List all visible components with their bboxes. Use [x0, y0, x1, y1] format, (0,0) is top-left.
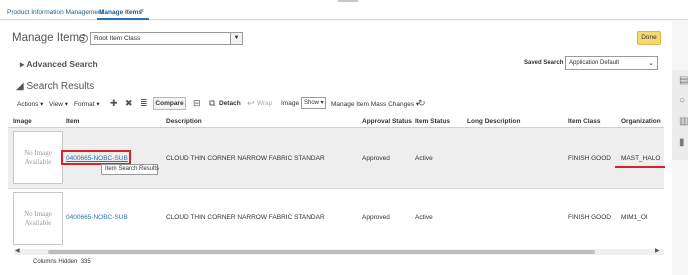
freeze-icon[interactable]: ⊟ — [193, 98, 201, 109]
item-class-cell: FINISH GOOD — [568, 155, 611, 162]
compare-button[interactable]: Compare — [153, 97, 186, 110]
column-header-organization[interactable]: Organization — [621, 118, 661, 125]
item-class-select[interactable]: Root Item Class ▼ — [90, 32, 243, 45]
item-class-cell: FINISH GOOD — [568, 214, 611, 221]
disclosure-down-icon: ◢ — [16, 81, 27, 92]
columns-hidden-label: Columns Hidden — [33, 259, 78, 265]
column-header-image[interactable]: Image — [13, 118, 32, 125]
column-header-description[interactable]: Description — [166, 118, 202, 125]
image-show-value: Show — [304, 100, 320, 106]
refresh-icon[interactable]: ↻ — [418, 98, 426, 109]
description-cell: CLOUD THIN CORNER NARROW FABRIC STANDAR — [166, 155, 325, 162]
list-icon[interactable]: ≣ — [140, 98, 148, 109]
chart-icon[interactable]: ▮ — [679, 137, 685, 148]
add-icon[interactable]: ✚ — [110, 98, 118, 109]
no-image-placeholder: No Image Available — [13, 192, 63, 245]
annotation-underline — [615, 166, 665, 168]
scroll-left-icon[interactable]: ◀ — [15, 247, 20, 254]
no-image-placeholder: No Image Available — [13, 131, 63, 184]
chevron-down-icon: ⌄ — [648, 60, 654, 67]
row-divider — [8, 188, 664, 189]
column-header-item-status[interactable]: Item Status — [415, 118, 450, 125]
advanced-search-toggle[interactable]: ▸ Advanced Search — [20, 59, 98, 70]
help-icon[interactable]: ? — [79, 34, 88, 43]
image-label: Image — [281, 100, 300, 107]
detach-button[interactable]: Detach — [219, 100, 241, 107]
scrollbar-thumb[interactable] — [48, 250, 595, 254]
search-icon[interactable]: ○ — [679, 95, 685, 106]
item-class-value: Root Item Class — [94, 35, 141, 42]
approval-status-cell: Approved — [362, 155, 390, 162]
columns-hidden: Columns Hidden 335 — [33, 259, 91, 265]
wrap-button[interactable]: Wrap — [257, 100, 272, 107]
saved-search-value: Application Default — [569, 60, 620, 66]
item-link[interactable]: 0400665-NOBC-SUB — [66, 214, 128, 221]
mass-changes-menu[interactable]: Manage Item Mass Changes ▾ — [331, 100, 419, 108]
annotation-highlight-box — [61, 150, 131, 165]
item-status-cell: Active — [415, 155, 433, 162]
saved-search-select[interactable]: Application Default ⌄ — [565, 56, 658, 70]
advanced-search-label: Advanced Search — [26, 59, 98, 69]
tab-close-icon[interactable]: × — [140, 8, 144, 15]
detach-icon[interactable]: ⧉ — [209, 98, 215, 109]
view-menu[interactable]: View ▾ — [49, 100, 68, 108]
active-tab-indicator — [97, 18, 149, 20]
top-handle — [338, 0, 358, 2]
image-show-select[interactable]: Show ▾ — [301, 97, 326, 109]
column-header-item-class[interactable]: Item Class — [568, 118, 601, 125]
format-menu[interactable]: Format ▾ — [74, 100, 100, 108]
column-header-long-description[interactable]: Long Description — [467, 118, 520, 125]
dropdown-icon[interactable]: ▼ — [230, 33, 242, 44]
done-button[interactable]: Done — [637, 31, 661, 45]
delete-icon[interactable]: ✖ — [125, 98, 133, 109]
organization-cell: MIM1_OI — [621, 214, 648, 221]
wrap-icon: ↩ — [247, 98, 255, 108]
tab-product-information-management[interactable]: Product Information Management — [7, 9, 103, 16]
item-status-cell: Active — [415, 214, 433, 221]
scroll-right-icon[interactable]: ▶ — [655, 247, 660, 254]
page-title: Manage Items — [12, 32, 85, 44]
approval-status-cell: Approved — [362, 214, 390, 221]
saved-search-label: Saved Search — [524, 60, 564, 66]
mass-changes-label: Manage Item Mass Changes — [331, 101, 415, 108]
column-header-item[interactable]: Item — [66, 118, 79, 125]
item-tooltip: Item Search Results — [101, 164, 159, 175]
search-results-toggle[interactable]: ◢ Search Results — [16, 81, 94, 92]
columns-hidden-value: 335 — [80, 259, 91, 265]
description-cell: CLOUD THIN CORNER NARROW FABRIC STANDAR — [166, 214, 325, 221]
organization-cell: MAST_HALO — [621, 155, 661, 162]
actions-menu[interactable]: Actions ▾ — [17, 100, 43, 108]
view-label: View — [49, 101, 63, 108]
format-label: Format — [74, 101, 95, 108]
tab-manage-items[interactable]: Manage Items — [99, 9, 142, 16]
actions-label: Actions — [17, 101, 39, 108]
clipboard-icon[interactable]: ▥ — [679, 116, 688, 127]
document-icon[interactable]: ▤ — [679, 75, 688, 86]
table-header — [8, 116, 664, 128]
column-header-approval-status[interactable]: Approval Status — [362, 118, 412, 125]
search-results-title: Search Results — [26, 81, 95, 92]
